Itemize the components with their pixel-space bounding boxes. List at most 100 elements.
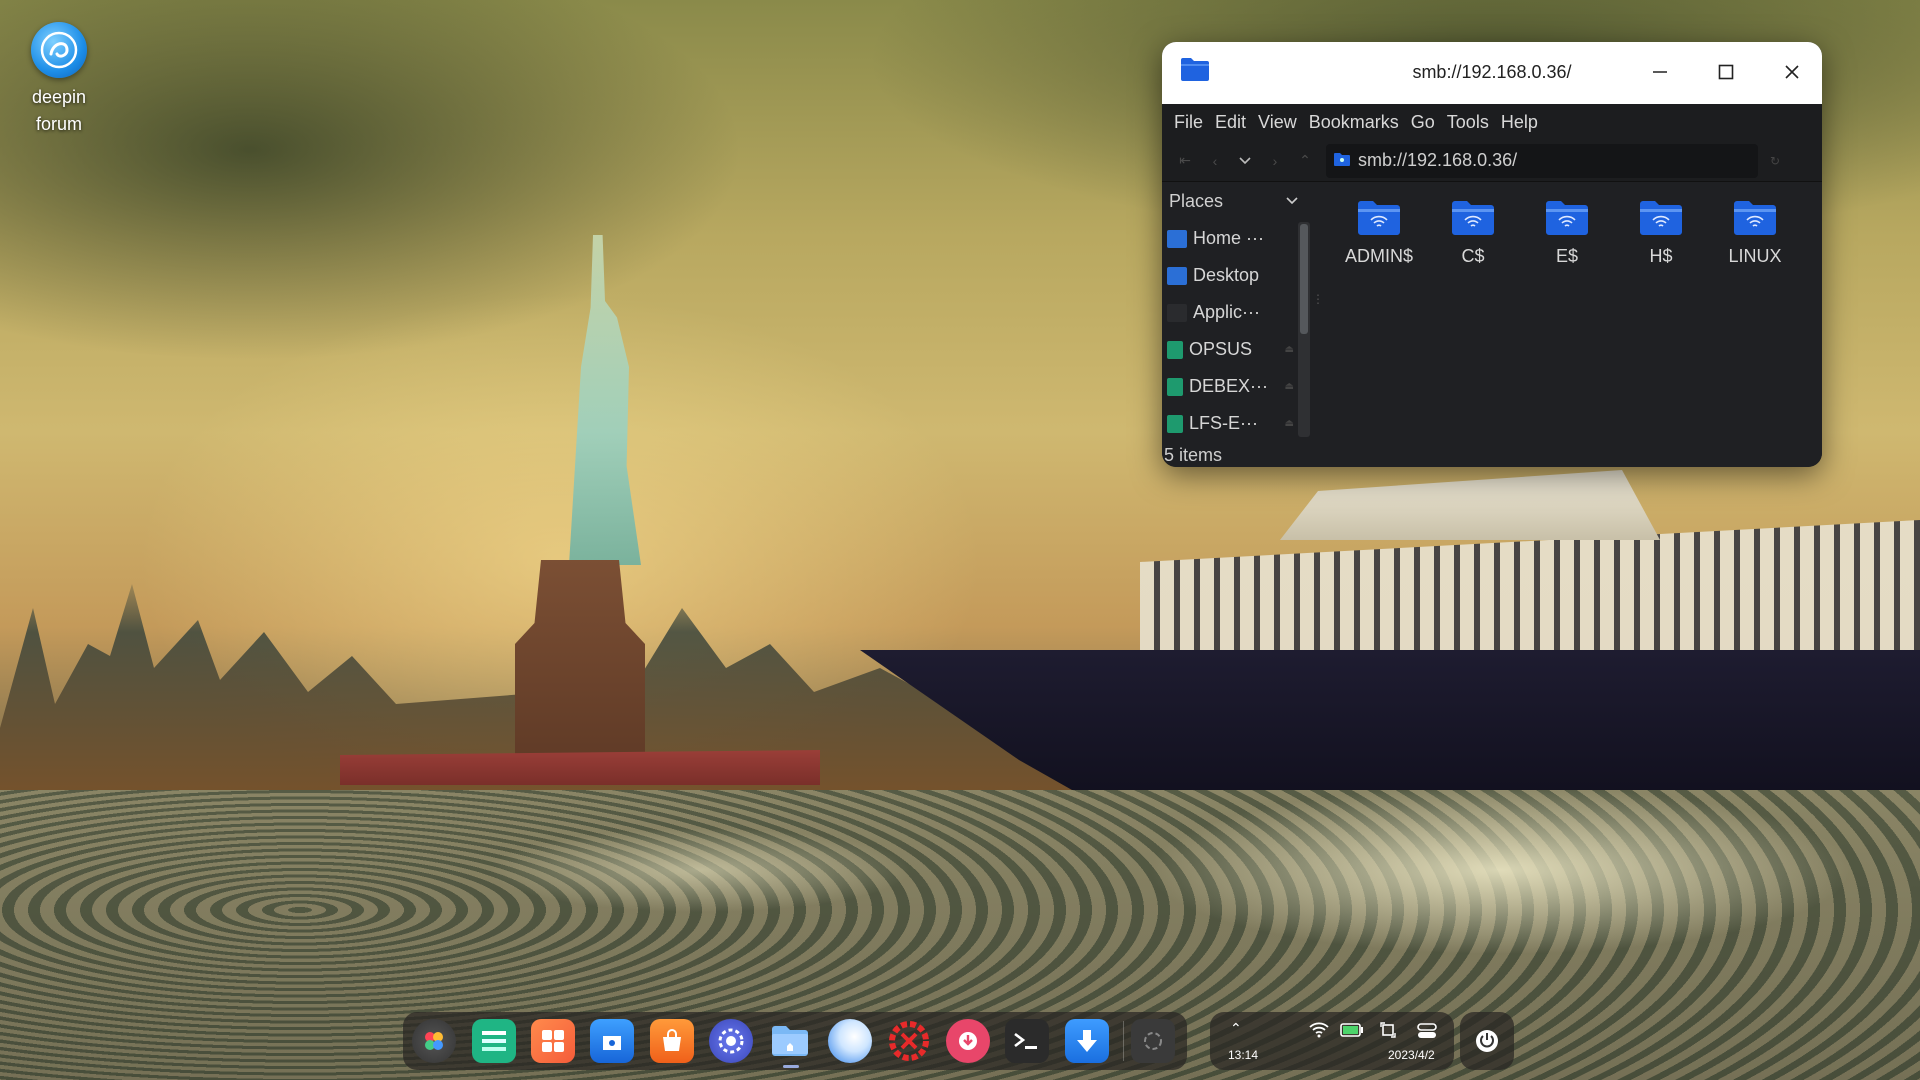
dock-multitask[interactable] [468, 1015, 519, 1067]
eject-icon[interactable]: ⏏ [1285, 418, 1294, 429]
dock-app-store[interactable] [587, 1015, 638, 1067]
drive-icon [1167, 377, 1183, 396]
drive-icon [1167, 340, 1183, 359]
sidebar-scrollbar[interactable] [1298, 222, 1310, 437]
dock-browser[interactable] [824, 1015, 875, 1067]
downloader-icon [946, 1019, 991, 1063]
home-folder-icon [1167, 229, 1187, 248]
dock-launcher[interactable] [409, 1015, 460, 1067]
up-button[interactable]: ⌃ [1290, 146, 1320, 176]
share-label: ADMIN$ [1344, 246, 1413, 266]
trash-icon [1131, 1019, 1176, 1063]
wallpaper-statue-of-liberty [569, 235, 641, 565]
status-bar: 5 items [1164, 445, 1223, 465]
dock-shop[interactable] [646, 1015, 697, 1067]
update-download-icon [1064, 1019, 1109, 1063]
file-manager-icon [768, 1019, 812, 1063]
clock-date[interactable]: 2023/4/2 [1388, 1048, 1435, 1062]
place-home[interactable]: Home ··· [1162, 220, 1312, 257]
menu-file[interactable]: File [1168, 112, 1209, 133]
dock-terminal[interactable] [1002, 1015, 1053, 1067]
dock-system-repair[interactable] [884, 1015, 935, 1067]
settings-icon [708, 1019, 753, 1063]
browser-icon [827, 1019, 872, 1063]
places-sidebar: Places Home ··· Desktop Applic··· OPSUS … [1162, 182, 1312, 467]
history-dropdown-button[interactable] [1230, 146, 1260, 176]
content-area: Places Home ··· Desktop Applic··· OPSUS … [1162, 182, 1822, 467]
network-share-folder-icon [1546, 201, 1588, 235]
places-header-label: Places [1169, 190, 1224, 211]
forward-button[interactable]: › [1260, 146, 1290, 176]
dock-update-download[interactable] [1061, 1015, 1112, 1067]
share-item[interactable]: C$ [1426, 198, 1520, 267]
dock-separator [1122, 1021, 1124, 1061]
deepin-forum-icon [31, 22, 87, 78]
menu-tools[interactable]: Tools [1441, 112, 1495, 133]
dock [403, 1012, 1187, 1070]
share-item[interactable]: H$ [1614, 198, 1708, 267]
system-repair-icon [887, 1019, 931, 1063]
places-header[interactable]: Places [1162, 182, 1312, 220]
pane-splitter-handle[interactable]: ⋮ [1312, 292, 1324, 306]
dock-settings[interactable] [706, 1015, 757, 1067]
dock-workspace[interactable] [528, 1015, 579, 1067]
title-bar[interactable]: smb://192.168.0.36/ [1162, 42, 1822, 104]
dock-file-manager[interactable] [765, 1015, 816, 1068]
network-folder-icon [1334, 150, 1350, 171]
menu-edit[interactable]: Edit [1209, 112, 1252, 133]
place-applications[interactable]: Applic··· [1162, 294, 1312, 331]
desktop-icon-deepin-forum[interactable]: deepin forum [18, 22, 100, 138]
close-button[interactable] [1772, 54, 1812, 90]
toolbar: ⇤ ‹ › ⌃ smb://192.168.0.36/ ↻ [1162, 140, 1822, 182]
eject-icon[interactable]: ⏏ [1285, 381, 1294, 392]
share-label: E$ [1555, 246, 1579, 266]
address-bar[interactable]: smb://192.168.0.36/ [1326, 143, 1758, 178]
drive-icon [1167, 414, 1183, 433]
place-drive-opsus[interactable]: OPSUS ⏏ [1162, 331, 1312, 368]
launcher-icon [412, 1019, 457, 1063]
close-icon [1785, 65, 1799, 79]
dock-downloader[interactable] [943, 1015, 994, 1067]
file-manager-window: smb://192.168.0.36/ File Edit View Bookm… [1162, 42, 1822, 467]
sidebar-scrollbar-thumb[interactable] [1300, 224, 1308, 334]
go-first-button[interactable]: ⇤ [1170, 146, 1200, 176]
network-share-folder-icon [1734, 201, 1776, 235]
power-button[interactable] [1460, 1012, 1514, 1070]
control-center-icon[interactable] [1417, 1022, 1437, 1045]
network-share-folder-icon [1640, 201, 1682, 235]
reload-icon[interactable]: ↻ [1770, 154, 1780, 168]
share-item[interactable]: ADMIN$ [1332, 198, 1426, 267]
wifi-icon[interactable] [1309, 1022, 1329, 1043]
menu-view[interactable]: View [1252, 112, 1303, 133]
screenshot-icon[interactable] [1380, 1022, 1396, 1043]
minimize-button[interactable] [1640, 54, 1680, 90]
share-item[interactable]: E$ [1520, 198, 1614, 267]
back-button[interactable]: ‹ [1200, 146, 1230, 176]
app-store-icon [590, 1019, 635, 1063]
battery-icon[interactable] [1340, 1022, 1364, 1043]
share-item[interactable]: LINUX [1708, 198, 1802, 267]
eject-icon[interactable]: ⏏ [1285, 344, 1294, 355]
file-grid: ADMIN$ C$ E$ H$ LINUX [1332, 198, 1822, 267]
desktop-folder-icon [1167, 266, 1187, 285]
clock-time[interactable]: 13:14 [1228, 1048, 1258, 1062]
wallpaper-ship-deck [1140, 520, 1920, 660]
share-label: C$ [1461, 246, 1485, 266]
desktop-icon-label: deepin forum [31, 87, 87, 134]
dock-trash[interactable] [1128, 1015, 1179, 1067]
power-icon [1476, 1030, 1498, 1052]
place-drive-lfs[interactable]: LFS-E··· ⏏ [1162, 405, 1312, 442]
maximize-button[interactable] [1706, 54, 1746, 90]
place-label: LFS-E··· [1189, 413, 1258, 433]
place-drive-debex[interactable]: DEBEX··· ⏏ [1162, 368, 1312, 405]
menu-bookmarks[interactable]: Bookmarks [1303, 112, 1405, 133]
network-share-folder-icon [1452, 201, 1494, 235]
menu-go[interactable]: Go [1405, 112, 1441, 133]
running-indicator [782, 1065, 799, 1068]
menu-help[interactable]: Help [1495, 112, 1544, 133]
place-label: Applic··· [1193, 302, 1261, 322]
tray-expand-icon[interactable]: ⌃ [1230, 1020, 1242, 1037]
place-label: OPSUS [1189, 339, 1253, 359]
place-desktop[interactable]: Desktop [1162, 257, 1312, 294]
network-share-folder-icon [1358, 201, 1400, 235]
